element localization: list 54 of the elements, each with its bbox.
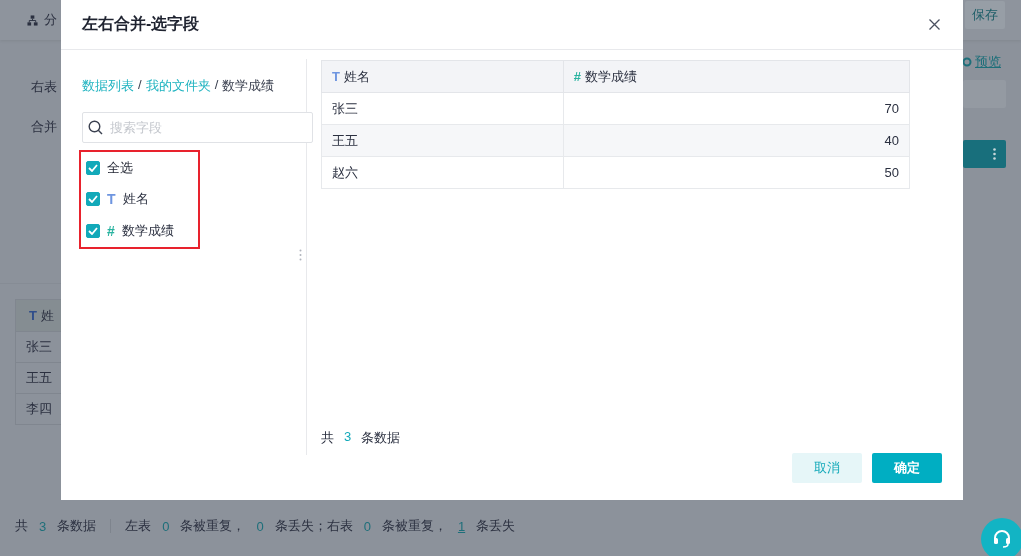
status-text: 条被重复， <box>381 517 447 535</box>
more-icon[interactable] <box>993 148 996 160</box>
form-label: 合并 <box>31 118 58 136</box>
table-cell: 张三 <box>321 92 564 125</box>
table-cell: 50 <box>563 156 910 189</box>
count-number: 0 <box>162 518 170 534</box>
support-button[interactable] <box>981 518 1021 556</box>
preview-link[interactable]: 预览 <box>975 53 1001 71</box>
confirm-button[interactable]: 确定 <box>872 453 942 483</box>
count-number: 3 <box>39 518 47 534</box>
cancel-button[interactable]: 取消 <box>792 453 862 483</box>
field-label: 姓名 <box>122 190 149 209</box>
breadcrumb-link[interactable]: 数据列表 <box>82 77 134 95</box>
type-glyph: # <box>107 223 115 240</box>
headset-icon <box>992 530 1012 548</box>
status-text: 条被重复， <box>180 517 246 535</box>
status-text: 条丢失；右表 <box>274 517 353 535</box>
checkbox[interactable] <box>86 192 100 207</box>
count-text: 条数据 <box>361 429 401 447</box>
field-bar[interactable] <box>963 140 1006 168</box>
type-glyph: T <box>107 191 116 208</box>
save-button[interactable]: 保存 <box>965 1 1005 29</box>
table-cell: 70 <box>563 92 910 125</box>
status-text: 条丢失 <box>476 517 516 535</box>
checkbox[interactable] <box>86 224 100 239</box>
checkbox[interactable] <box>86 160 100 175</box>
resize-handle-icon[interactable] <box>299 249 302 261</box>
dialog-title: 左右合并-选字段 <box>82 14 200 34</box>
breadcrumb-separator: / <box>214 77 219 94</box>
hierarchy-icon <box>27 14 38 26</box>
field-label: 数学成绩 <box>121 222 174 241</box>
table-header: T 姓 <box>15 299 61 332</box>
count-text: 共 <box>321 429 334 447</box>
column-header: T 姓名 <box>321 60 564 93</box>
column-header: # 数学成绩 <box>563 60 910 93</box>
status-text: 共 <box>15 517 28 535</box>
count-number: 3 <box>344 429 352 446</box>
count-number: 0 <box>363 518 371 534</box>
count-link[interactable]: 1 <box>457 518 466 534</box>
table-cell: 王五 <box>321 124 564 157</box>
count-number: 0 <box>256 518 264 534</box>
field-label: 全选 <box>107 158 133 177</box>
status-text: 条数据 <box>57 517 97 535</box>
form-label: 右表 <box>31 78 58 96</box>
search-field[interactable]: 搜索字段 <box>82 112 313 143</box>
table-cell: 赵六 <box>321 156 564 189</box>
close-icon[interactable] <box>929 19 940 30</box>
breadcrumb-current: 数学成绩 <box>222 77 275 95</box>
status-text: 左表 <box>125 517 152 535</box>
table-cell: 40 <box>563 124 910 157</box>
breadcrumb-link[interactable]: 我的文件夹 <box>145 77 211 95</box>
breadcrumb-separator: / <box>138 77 142 94</box>
tab-label[interactable]: 分 <box>44 11 57 29</box>
input-field[interactable] <box>963 80 1006 108</box>
